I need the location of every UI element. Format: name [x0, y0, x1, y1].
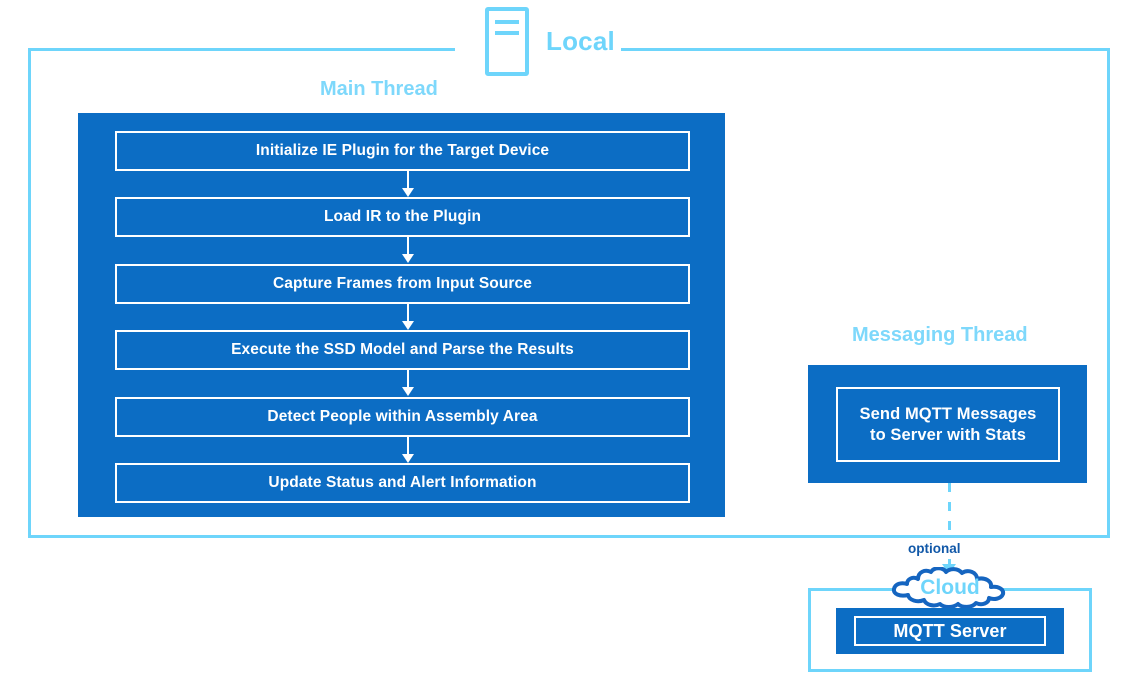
main-thread-step-6[interactable]: Update Status and Alert Information	[115, 463, 690, 503]
main-thread-step-4[interactable]: Execute the SSD Model and Parse the Resu…	[115, 330, 690, 370]
messaging-step-line-1: Send MQTT Messages	[859, 404, 1037, 423]
flow-arrow-down-icon	[399, 370, 417, 396]
server-icon	[485, 7, 529, 76]
main-thread-label: Main Thread	[320, 78, 438, 100]
server-icon-slot-bottom	[495, 31, 519, 35]
main-thread-step-2[interactable]: Load IR to the Plugin	[115, 197, 690, 237]
diagram-canvas: Local Main Thread Initialize IE Plugin f…	[0, 0, 1138, 675]
main-thread-step-1[interactable]: Initialize IE Plugin for the Target Devi…	[115, 131, 690, 171]
optional-dashed-connector	[948, 483, 951, 538]
server-icon-slot-top	[495, 20, 519, 24]
flow-arrow-down-icon	[399, 304, 417, 330]
flow-arrow-down-icon	[399, 437, 417, 463]
main-thread-step-5[interactable]: Detect People within Assembly Area	[115, 397, 690, 437]
optional-connector-label: optional	[908, 541, 961, 556]
local-zone-label: Local	[540, 25, 621, 57]
main-thread-step-3[interactable]: Capture Frames from Input Source	[115, 264, 690, 304]
mqtt-server-box[interactable]: MQTT Server	[854, 616, 1046, 646]
cloud-zone-label: Cloud	[920, 576, 980, 599]
messaging-thread-panel: Send MQTT Messages to Server with Stats	[808, 365, 1087, 483]
flow-arrow-down-icon	[399, 171, 417, 197]
messaging-step-line-2: to Server with Stats	[869, 425, 1027, 444]
cloud-server-panel: MQTT Server	[836, 608, 1064, 654]
flow-arrow-down-icon	[399, 237, 417, 263]
messaging-thread-label: Messaging Thread	[852, 324, 1028, 346]
main-thread-panel: Initialize IE Plugin for the Target Devi…	[78, 113, 725, 517]
messaging-thread-step-1[interactable]: Send MQTT Messages to Server with Stats	[836, 387, 1060, 462]
